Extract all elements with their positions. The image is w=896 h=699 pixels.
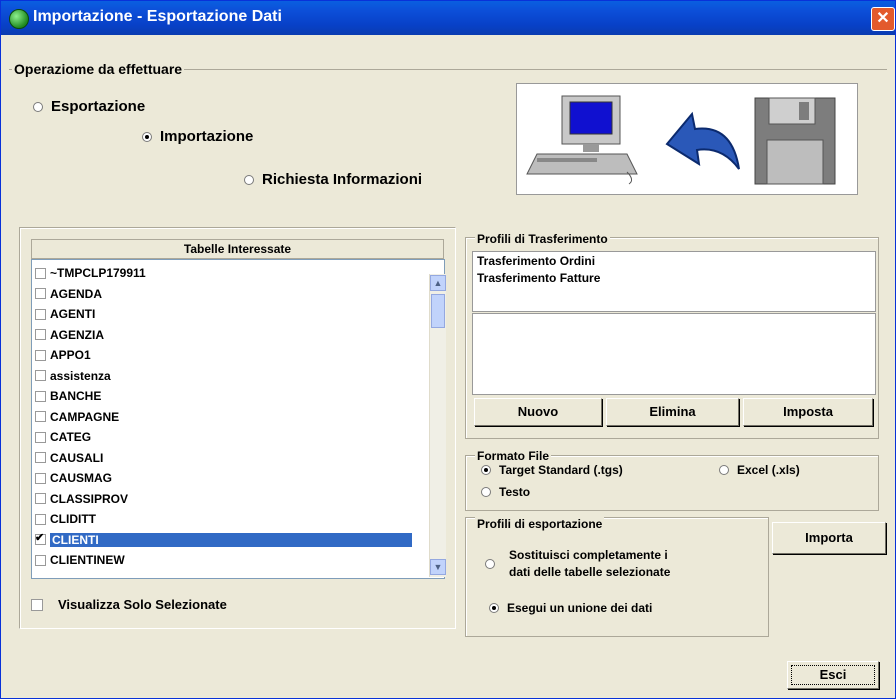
table-item-checkbox[interactable] [35, 288, 46, 299]
table-item-label: CLASSIPROV [50, 491, 129, 506]
tables-scrollbar[interactable]: ▲ ▼ [429, 274, 446, 577]
close-button[interactable]: ✕ [871, 7, 895, 31]
radio-esportazione[interactable]: Esportazione [33, 98, 145, 115]
radio-target-standard-dot [481, 465, 491, 475]
file-format-legend: Formato File [475, 449, 552, 463]
table-item-label: AGENDA [50, 286, 103, 301]
radio-testo[interactable]: Testo [481, 485, 530, 499]
radio-importazione-label: Importazione [160, 128, 254, 145]
table-item-checkbox[interactable] [35, 554, 46, 566]
radio-excel[interactable]: Excel (.xls) [719, 463, 800, 477]
radio-merge-data[interactable]: Esegui un unione dei dati [489, 601, 652, 615]
table-list-item[interactable]: assistenza [35, 367, 111, 385]
table-list-item[interactable]: CAUSMAG [35, 469, 112, 487]
table-item-checkbox[interactable] [35, 349, 46, 361]
radio-excel-dot [719, 465, 729, 475]
table-item-label: CAUSMAG [50, 471, 112, 485]
radio-merge-label: Esegui un unione dei dati [507, 601, 653, 615]
computer-icon [526, 95, 638, 185]
table-list-item[interactable]: BANCHE [35, 387, 101, 405]
floppy-disk-icon [754, 97, 836, 185]
table-item-label: AGENZIA [50, 327, 104, 342]
radio-importazione-dot [142, 131, 152, 142]
table-list-item[interactable]: CATEG [35, 428, 91, 446]
radio-esportazione-label: Esportazione [51, 98, 146, 115]
radio-esportazione-dot [33, 101, 43, 112]
radio-richiesta-label: Richiesta Informazioni [262, 171, 423, 188]
table-item-label: CLIENTI [50, 532, 412, 547]
radio-richiesta-informazioni[interactable]: Richiesta Informazioni [244, 171, 422, 188]
profile-item[interactable]: Trasferimento Ordini [477, 254, 595, 268]
table-item-checkbox[interactable] [35, 329, 46, 340]
table-list-item[interactable]: AGENDA [35, 285, 102, 303]
radio-target-standard-label: Target Standard (.tgs) [499, 463, 623, 477]
radio-merge-dot [489, 603, 499, 613]
profile-item[interactable]: Trasferimento Fatture [477, 271, 600, 285]
radio-replace-data[interactable] [485, 559, 503, 569]
operation-legend: Operaziome da effettuare [12, 61, 185, 77]
table-list-item[interactable]: CLIDITT [35, 510, 96, 528]
radio-replace-label-line1: Sostituisci completamente i [509, 548, 668, 562]
table-list-item[interactable]: CLIENTI [35, 531, 412, 549]
table-list-item[interactable]: AGENZIA [35, 326, 104, 344]
radio-richiesta-dot [244, 174, 254, 185]
show-selected-checkbox[interactable] [31, 599, 43, 611]
table-item-label: CAUSALI [50, 450, 104, 465]
transfer-graphic [516, 83, 858, 195]
delete-button[interactable]: Elimina [606, 398, 739, 426]
table-item-label: CAMPAGNE [50, 409, 120, 424]
set-button[interactable]: Imposta [743, 398, 873, 426]
exit-button[interactable]: Esci [787, 661, 879, 689]
radio-replace-label-line2: dati delle tabelle selezionate [509, 565, 671, 579]
app-globe-icon [9, 9, 29, 29]
table-item-label: APPO1 [50, 348, 91, 362]
radio-target-standard[interactable]: Target Standard (.tgs) [481, 463, 623, 477]
table-item-label: ~TMPCLP179911 [50, 266, 146, 280]
import-button[interactable]: Importa [772, 522, 886, 554]
show-selected-label: Visualizza Solo Selezionate [58, 597, 227, 612]
table-item-checkbox[interactable] [35, 411, 46, 422]
table-list-item[interactable]: CLIENTINEW [35, 551, 125, 569]
table-list-item[interactable]: CAUSALI [35, 449, 103, 467]
table-item-checkbox[interactable] [35, 390, 46, 402]
table-item-label: CATEG [50, 430, 92, 444]
table-item-label: AGENTI [50, 307, 96, 321]
table-item-checkbox[interactable] [35, 370, 46, 381]
table-list-item[interactable]: CLASSIPROV [35, 490, 128, 508]
scroll-up-button[interactable]: ▲ [430, 275, 446, 291]
table-item-label: CLIENTINEW [50, 553, 125, 567]
table-item-checkbox[interactable] [35, 513, 46, 525]
table-item-checkbox[interactable] [35, 531, 46, 545]
table-item-checkbox[interactable] [35, 452, 46, 463]
new-button[interactable]: Nuovo [474, 398, 602, 426]
table-item-checkbox[interactable] [35, 472, 46, 484]
transfer-profiles-legend: Profili di Trasferimento [475, 232, 610, 246]
scroll-down-button[interactable]: ▼ [430, 559, 446, 575]
table-list-item[interactable]: ~TMPCLP179911 [35, 264, 146, 282]
scroll-thumb[interactable] [431, 294, 445, 328]
radio-testo-dot [481, 487, 491, 497]
radio-replace-dot [485, 559, 495, 569]
table-item-checkbox[interactable] [35, 493, 46, 504]
table-list-item[interactable]: APPO1 [35, 346, 91, 364]
import-export-dialog: Importazione - Esportazione Dati ✕ Opera… [0, 0, 896, 699]
window-title: Importazione - Esportazione Dati [33, 8, 282, 25]
table-list-item[interactable]: CAMPAGNE [35, 408, 119, 426]
table-item-label: CLIDITT [50, 512, 96, 526]
table-item-checkbox[interactable] [35, 267, 46, 279]
curved-arrow-icon [665, 111, 740, 170]
radio-testo-label: Testo [499, 485, 531, 499]
radio-importazione[interactable]: Importazione [142, 128, 253, 145]
profiles-splitter[interactable] [472, 311, 876, 314]
table-item-checkbox[interactable] [35, 308, 46, 320]
table-item-label: BANCHE [50, 389, 102, 403]
table-item-label: assistenza [50, 368, 111, 383]
table-list-item[interactable]: AGENTI [35, 305, 95, 323]
tables-header: Tabelle Interessate [31, 239, 444, 259]
radio-excel-label: Excel (.xls) [737, 463, 800, 477]
title-bar[interactable]: Importazione - Esportazione Dati ✕ [1, 1, 895, 35]
table-item-checkbox[interactable] [35, 431, 46, 443]
export-profiles-legend: Profili di esportazione [475, 517, 605, 531]
